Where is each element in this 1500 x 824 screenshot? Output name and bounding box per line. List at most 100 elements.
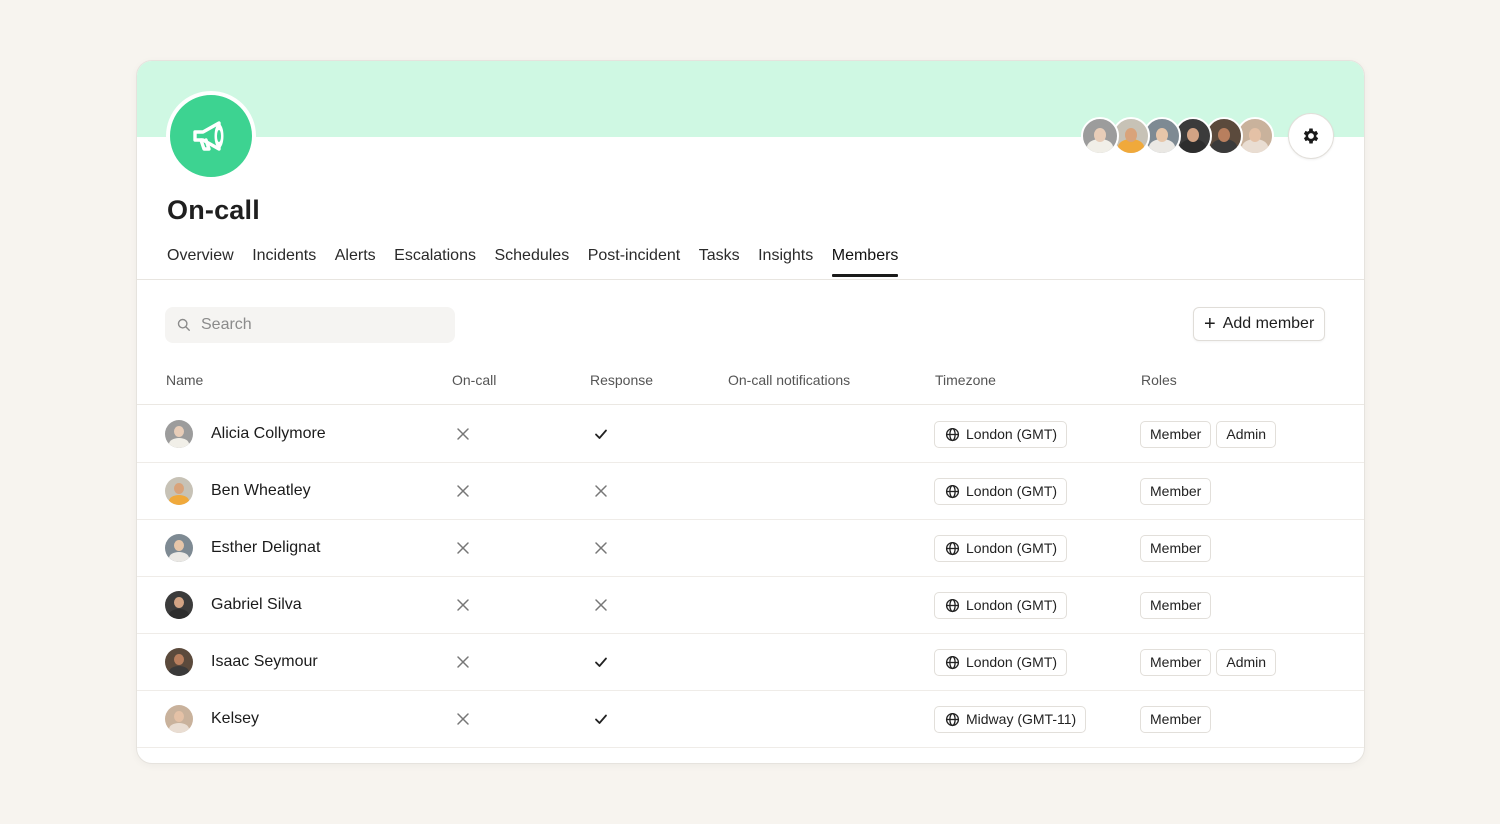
avatar-body [169, 723, 189, 733]
roles-cell: Member Admin [1140, 634, 1281, 690]
team-card: On-call Overview Incidents Alerts Escalatio… [136, 60, 1365, 764]
globe-icon [945, 598, 960, 612]
timezone-label: London (GMT) [966, 654, 1058, 670]
tab-schedules[interactable]: Schedules [494, 247, 569, 277]
x-icon [457, 713, 469, 725]
member-name-cell: Kelsey [165, 691, 259, 747]
tab-tasks[interactable]: Tasks [699, 247, 740, 277]
avatar-face [174, 483, 184, 494]
plus-icon: + [1204, 313, 1216, 335]
tab-alerts[interactable]: Alerts [335, 247, 376, 277]
add-member-button[interactable]: + Add member [1193, 307, 1326, 341]
column-header-oncall[interactable]: On-call [452, 372, 496, 388]
timezone-badge: Midway (GMT-11) [934, 705, 1087, 733]
response-status [593, 691, 609, 747]
search-icon [177, 318, 190, 331]
table-header: Name On-call Response On-call notificati… [137, 372, 1364, 405]
avatar-body [169, 609, 189, 619]
member-name: Esther Delignat [211, 539, 321, 556]
table-row[interactable]: Gabriel Silva London (GMT) Member [137, 577, 1364, 634]
globe-icon [945, 484, 960, 498]
avatar-face [1094, 128, 1106, 142]
timezone-cell: London (GMT) [934, 463, 1068, 519]
timezone-badge: London (GMT) [934, 477, 1068, 505]
avatar [165, 477, 193, 505]
timezone-cell: London (GMT) [934, 520, 1068, 576]
megaphone-icon [193, 121, 224, 151]
team-avatar [166, 91, 256, 181]
member-name-cell: Esther Delignat [165, 520, 320, 576]
column-header-timezone[interactable]: Timezone [935, 372, 996, 388]
avatar-face [1249, 128, 1261, 142]
roles-cell: Member [1140, 463, 1216, 519]
globe-icon [945, 655, 960, 669]
table-row[interactable]: Alicia Collymore London (GMT) Member Admi… [137, 406, 1364, 463]
timezone-cell: London (GMT) [934, 634, 1068, 690]
role-badge: Admin [1216, 648, 1277, 676]
timezone-cell: Midway (GMT-11) [934, 691, 1087, 747]
role-badge: Member [1140, 420, 1212, 448]
avatar [165, 420, 193, 448]
role-badge: Member [1140, 705, 1212, 733]
role-badge: Admin [1216, 420, 1277, 448]
tab-post-incident[interactable]: Post-incident [588, 247, 681, 277]
x-icon [457, 428, 469, 440]
globe-icon [945, 541, 960, 555]
x-icon [457, 542, 469, 554]
roles-cell: Member [1140, 577, 1216, 633]
member-name-cell: Ben Wheatley [165, 463, 311, 519]
table-row[interactable]: Kelsey Midway (GMT-11) Member [137, 691, 1364, 748]
table-row[interactable]: Esther Delignat London (GMT) Member [137, 520, 1364, 577]
gear-icon [1303, 128, 1319, 144]
member-name-cell: Alicia Collymore [165, 406, 326, 462]
table-row[interactable]: Ben Wheatley London (GMT) Member [137, 463, 1364, 520]
column-header-roles[interactable]: Roles [1141, 372, 1177, 388]
tabs-divider [137, 279, 1364, 280]
search-box[interactable] [165, 307, 455, 343]
timezone-badge: London (GMT) [934, 648, 1068, 676]
check-icon [595, 714, 607, 724]
avatar-body [169, 552, 189, 562]
tab-escalations[interactable]: Escalations [394, 247, 476, 277]
member-name-cell: Gabriel Silva [165, 577, 302, 633]
avatar-face [1187, 128, 1199, 142]
member-avatar-stack[interactable] [1081, 117, 1274, 155]
tab-incidents[interactable]: Incidents [252, 247, 316, 277]
avatar-body [169, 666, 189, 676]
globe-icon [945, 427, 960, 441]
avatar-face [1125, 128, 1137, 142]
column-header-name[interactable]: Name [166, 372, 203, 388]
x-icon [457, 656, 469, 668]
avatar-face [174, 711, 184, 722]
member-avatar[interactable] [1081, 117, 1119, 155]
avatar [165, 534, 193, 562]
timezone-badge: London (GMT) [934, 591, 1068, 619]
search-input[interactable] [201, 316, 431, 334]
timezone-cell: London (GMT) [934, 577, 1068, 633]
avatar-face [1218, 128, 1230, 142]
avatar-face [174, 426, 184, 437]
column-header-notifications[interactable]: On-call notifications [728, 372, 850, 388]
member-name: Kelsey [211, 710, 260, 727]
column-header-response[interactable]: Response [590, 372, 653, 388]
timezone-label: Midway (GMT-11) [966, 711, 1077, 727]
oncall-status [455, 691, 471, 747]
role-badge: Member [1140, 648, 1212, 676]
check-icon [595, 657, 607, 667]
response-status [593, 520, 609, 576]
timezone-label: London (GMT) [966, 426, 1058, 442]
response-status [593, 463, 609, 519]
timezone-badge: London (GMT) [934, 534, 1068, 562]
timezone-label: London (GMT) [966, 597, 1058, 613]
tab-insights[interactable]: Insights [758, 247, 813, 277]
x-icon [595, 485, 607, 497]
settings-button[interactable] [1288, 113, 1334, 159]
avatar-face [1156, 128, 1168, 142]
x-icon [457, 485, 469, 497]
tab-overview[interactable]: Overview [167, 247, 234, 277]
avatar-face [174, 540, 184, 551]
role-badge: Member [1140, 591, 1212, 619]
member-name-cell: Isaac Seymour [165, 634, 318, 690]
table-row[interactable]: Isaac Seymour London (GMT) Member Admin [137, 634, 1364, 691]
tab-members[interactable]: Members [831, 247, 898, 277]
